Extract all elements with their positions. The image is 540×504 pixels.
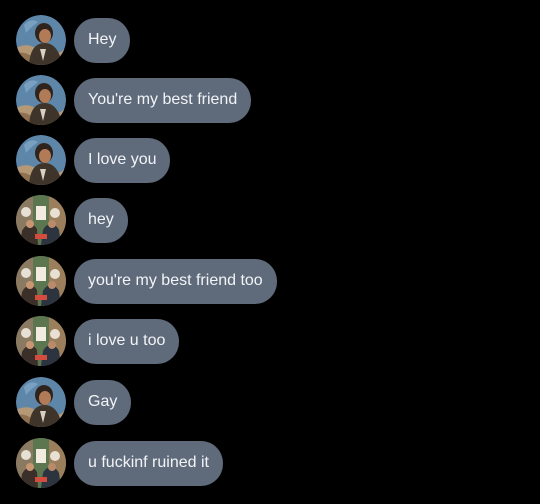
avatar[interactable] xyxy=(16,316,66,366)
message-row: u fuckinf ruined it xyxy=(16,438,223,488)
message-text: hey xyxy=(88,211,114,228)
message-bubble[interactable]: Hey xyxy=(74,17,131,63)
avatar-image xyxy=(16,15,66,65)
message-text: you're my best friend too xyxy=(88,272,263,289)
avatar[interactable] xyxy=(16,75,66,125)
chat-thread: Hey You're my best friend I love you hey xyxy=(0,0,540,504)
avatar[interactable] xyxy=(16,377,66,427)
avatar-image xyxy=(16,316,66,366)
message-row: i love u too xyxy=(16,316,180,366)
message-bubble[interactable]: hey xyxy=(74,197,128,243)
avatar[interactable] xyxy=(16,15,66,65)
avatar[interactable] xyxy=(16,256,66,306)
avatar[interactable] xyxy=(16,135,66,185)
message-row: Gay xyxy=(16,377,132,427)
message-bubble[interactable]: I love you xyxy=(74,137,171,183)
avatar-image xyxy=(16,438,66,488)
message-row: you're my best friend too xyxy=(16,256,277,306)
message-row: I love you xyxy=(16,135,171,185)
message-text: u fuckinf ruined it xyxy=(88,454,209,471)
avatar-image xyxy=(16,75,66,125)
avatar[interactable] xyxy=(16,195,66,245)
message-bubble[interactable]: Gay xyxy=(74,379,132,425)
message-text: You're my best friend xyxy=(88,91,238,108)
message-bubble[interactable]: u fuckinf ruined it xyxy=(74,440,223,486)
message-bubble[interactable]: i love u too xyxy=(74,318,180,364)
avatar-image xyxy=(16,377,66,427)
message-text: i love u too xyxy=(88,332,166,349)
message-row: hey xyxy=(16,195,128,245)
avatar-image xyxy=(16,195,66,245)
message-bubble[interactable]: you're my best friend too xyxy=(74,258,277,304)
message-text: I love you xyxy=(88,151,157,168)
avatar-image xyxy=(16,256,66,306)
message-text: Hey xyxy=(88,31,117,48)
avatar-image xyxy=(16,135,66,185)
avatar[interactable] xyxy=(16,438,66,488)
message-bubble[interactable]: You're my best friend xyxy=(74,77,252,123)
message-text: Gay xyxy=(88,393,118,410)
message-row: Hey xyxy=(16,15,131,65)
message-row: You're my best friend xyxy=(16,75,252,125)
